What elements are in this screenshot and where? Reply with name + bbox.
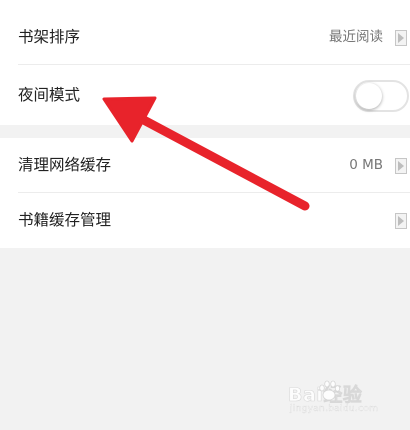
chevron-right-icon bbox=[395, 29, 407, 46]
settings-group-cache: 清理网络缓存 0 MB 书籍缓存管理 bbox=[0, 138, 410, 248]
chevron-right-icon bbox=[395, 157, 407, 174]
clear-network-cache-value: 0 MB bbox=[349, 157, 383, 173]
shelf-sort-value: 最近阅读 bbox=[329, 29, 383, 45]
night-mode-label: 夜间模式 bbox=[18, 86, 81, 104]
toggle-knob bbox=[356, 82, 382, 109]
clear-network-cache-row[interactable]: 清理网络缓存 0 MB bbox=[0, 138, 410, 193]
night-mode-row: 夜间模式 bbox=[0, 68, 410, 123]
shelf-sort-label: 书架排序 bbox=[18, 28, 81, 46]
night-mode-toggle[interactable] bbox=[353, 79, 409, 112]
clear-network-cache-label: 清理网络缓存 bbox=[18, 156, 112, 174]
watermark-domain: jingyan.baidu.com bbox=[290, 404, 379, 414]
chevron-right-icon bbox=[395, 212, 407, 229]
paw-icon bbox=[319, 380, 340, 401]
shelf-sort-row[interactable]: 书架排序 最近阅读 bbox=[0, 10, 410, 65]
book-cache-manage-row[interactable]: 书籍缓存管理 bbox=[0, 193, 410, 248]
book-cache-manage-label: 书籍缓存管理 bbox=[18, 211, 112, 229]
settings-screen: 书架排序 最近阅读 夜间模式 清理网络缓存 0 MB 书籍缓存管理 jingya… bbox=[0, 0, 410, 430]
baidu-jingyan-watermark: Bai经验 jingyan.baidu.com bbox=[288, 380, 388, 416]
settings-group-display: 书架排序 最近阅读 夜间模式 bbox=[0, 0, 410, 125]
